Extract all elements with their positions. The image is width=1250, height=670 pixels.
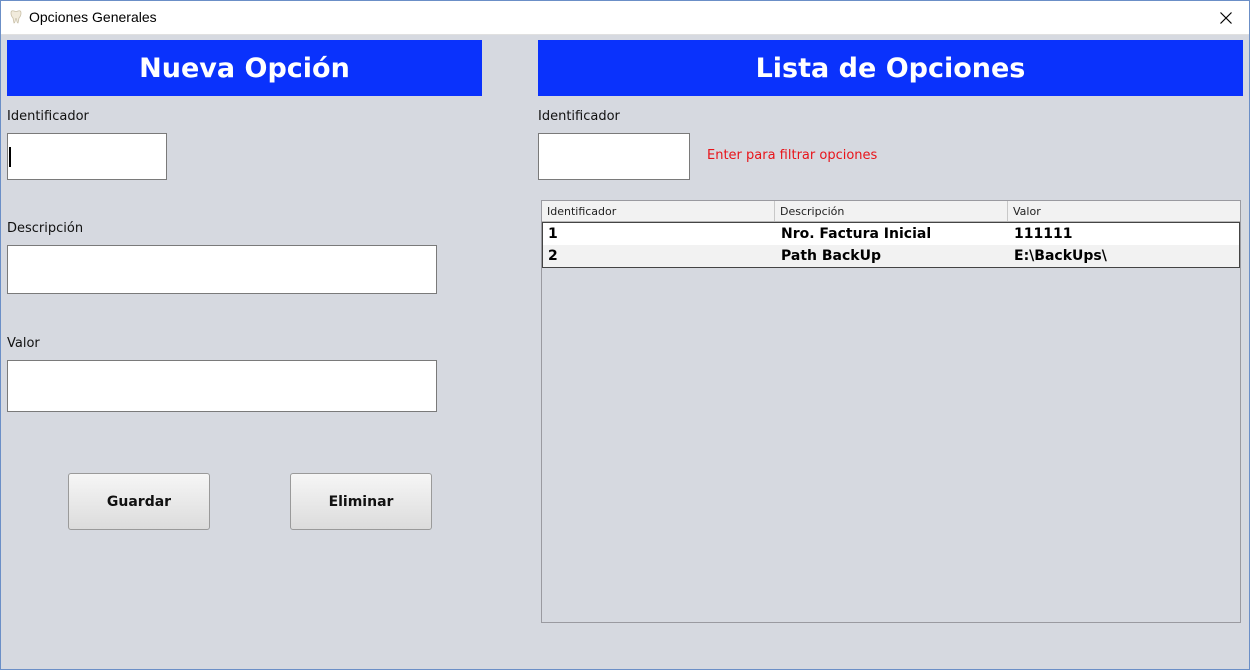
cell-identificador: 2 bbox=[548, 248, 558, 264]
column-header-valor[interactable]: Valor bbox=[1008, 201, 1240, 221]
table-body: 1 Nro. Factura Inicial 111111 2 Path Bac… bbox=[542, 222, 1240, 268]
tooth-icon bbox=[10, 10, 22, 24]
cell-identificador: 1 bbox=[548, 226, 558, 242]
id-input[interactable] bbox=[7, 133, 167, 180]
description-label: Descripción bbox=[7, 221, 84, 236]
options-table[interactable]: Identificador Descripción Valor 1 Nro. F… bbox=[541, 200, 1241, 623]
cell-descripcion: Path BackUp bbox=[781, 248, 881, 264]
id-label: Identificador bbox=[7, 109, 89, 124]
value-input[interactable] bbox=[7, 360, 437, 412]
delete-button[interactable]: Eliminar bbox=[290, 473, 432, 530]
cell-valor: 111111 bbox=[1014, 226, 1073, 242]
cell-valor: E:\BackUps\ bbox=[1014, 248, 1107, 264]
table-header: Identificador Descripción Valor bbox=[542, 201, 1240, 222]
title-bar: Opciones Generales bbox=[1, 1, 1249, 35]
close-icon bbox=[1220, 11, 1232, 24]
save-button[interactable]: Guardar bbox=[68, 473, 210, 530]
filter-input[interactable] bbox=[538, 133, 690, 180]
filter-hint: Enter para filtrar opciones bbox=[707, 148, 878, 163]
filter-label: Identificador bbox=[538, 109, 620, 124]
value-label: Valor bbox=[7, 336, 40, 351]
table-row[interactable]: 1 Nro. Factura Inicial 111111 bbox=[543, 223, 1239, 245]
options-list-header: Lista de Opciones bbox=[538, 40, 1243, 96]
close-button[interactable] bbox=[1203, 1, 1249, 34]
options-window: Opciones Generales Nueva Opción Identifi… bbox=[0, 0, 1250, 670]
window-title: Opciones Generales bbox=[29, 9, 157, 25]
new-option-header: Nueva Opción bbox=[7, 40, 482, 96]
table-row[interactable]: 2 Path BackUp E:\BackUps\ bbox=[543, 245, 1239, 267]
description-input[interactable] bbox=[7, 245, 437, 294]
cell-descripcion: Nro. Factura Inicial bbox=[781, 226, 932, 242]
column-header-descripcion[interactable]: Descripción bbox=[775, 201, 1008, 221]
column-header-identificador[interactable]: Identificador bbox=[542, 201, 775, 221]
text-caret bbox=[9, 147, 11, 167]
